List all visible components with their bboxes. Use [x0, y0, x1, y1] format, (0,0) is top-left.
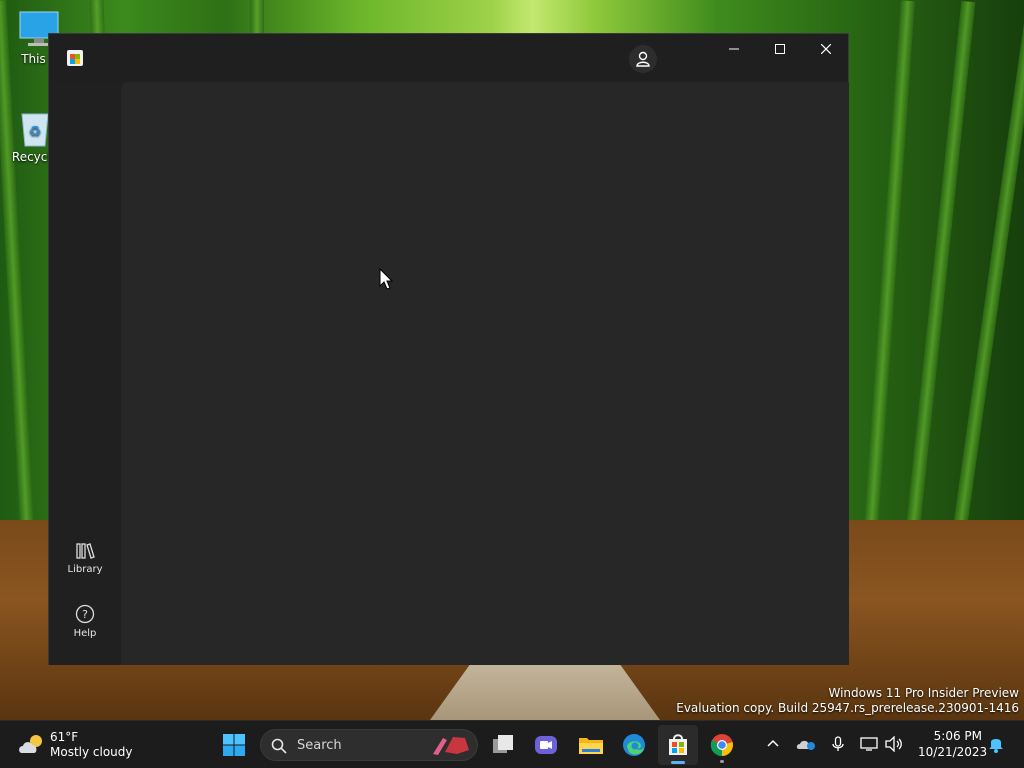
active-app-indicator	[671, 761, 685, 764]
task-view-icon	[493, 735, 513, 753]
teams-meet-button[interactable]	[526, 725, 566, 765]
clock-time: 5:06 PM	[933, 729, 982, 743]
weather-widget[interactable]: 61°F Mostly cloudy	[14, 729, 144, 761]
watermark-line-2: Evaluation copy. Build 25947.rs_prerelea…	[676, 701, 1019, 715]
watermark-line-1: Windows 11 Pro Insider Preview	[828, 686, 1019, 700]
file-explorer-button[interactable]	[570, 725, 610, 765]
volume-icon[interactable]	[885, 736, 903, 752]
file-explorer-icon	[579, 738, 603, 754]
edge-button[interactable]	[614, 725, 654, 765]
minimize-button[interactable]	[711, 34, 757, 66]
onedrive-icon[interactable]	[796, 737, 816, 751]
microsoft-store-icon	[67, 50, 83, 66]
teams-meet-icon	[535, 736, 557, 754]
close-icon	[821, 44, 831, 54]
microsoft-store-taskbar-button[interactable]	[658, 725, 698, 765]
taskbar: 61°F Mostly cloudy Search 5:06 PM 10/21/…	[0, 720, 1024, 768]
microsoft-store-window: Library ? Help	[48, 33, 849, 665]
chrome-icon	[710, 734, 733, 757]
microphone-icon[interactable]	[832, 736, 844, 752]
close-button[interactable]	[803, 34, 849, 66]
help-icon: ?	[75, 604, 95, 624]
network-icon[interactable]	[860, 736, 878, 752]
svg-text:?: ?	[82, 608, 88, 621]
show-hidden-icons-chevron-icon[interactable]	[767, 739, 779, 747]
weather-temperature: 61°F	[50, 730, 79, 744]
edge-icon	[623, 734, 645, 756]
cloudy-weather-icon	[19, 735, 42, 753]
clock-date: 10/21/2023	[918, 745, 988, 759]
svg-text:♻: ♻	[29, 124, 42, 140]
title-bar[interactable]	[49, 34, 848, 82]
account-icon	[636, 51, 650, 67]
start-icon	[223, 734, 245, 756]
nav-item-library[interactable]: Library	[53, 536, 117, 592]
nav-item-label: Library	[67, 564, 103, 575]
microsoft-store-icon	[669, 734, 687, 755]
taskbar-search[interactable]: Search	[260, 729, 478, 761]
maximize-button[interactable]	[757, 34, 803, 66]
maximize-icon	[775, 44, 785, 54]
library-icon	[76, 543, 95, 559]
evaluation-watermark: Windows 11 Pro Insider Preview Evaluatio…	[676, 686, 1019, 716]
weather-condition: Mostly cloudy	[50, 745, 133, 759]
task-view-button[interactable]	[483, 725, 523, 765]
search-highlight-icon	[433, 737, 469, 755]
start-button[interactable]	[214, 725, 254, 765]
mouse-pointer-icon	[379, 268, 393, 290]
running-app-indicator	[720, 760, 724, 763]
account-button[interactable]	[629, 45, 657, 73]
navigation-sidebar: Library ? Help	[49, 82, 121, 665]
notification-bell-icon[interactable]	[988, 735, 1004, 753]
nav-item-help[interactable]: ? Help	[53, 598, 117, 654]
search-icon	[271, 738, 287, 754]
chrome-button[interactable]	[702, 725, 742, 765]
main-content-area	[121, 82, 849, 665]
nav-item-label: Help	[73, 628, 97, 639]
minimize-icon	[729, 48, 739, 50]
search-label: Search	[297, 738, 342, 753]
taskbar-clock[interactable]: 5:06 PM 10/21/2023	[918, 728, 988, 760]
